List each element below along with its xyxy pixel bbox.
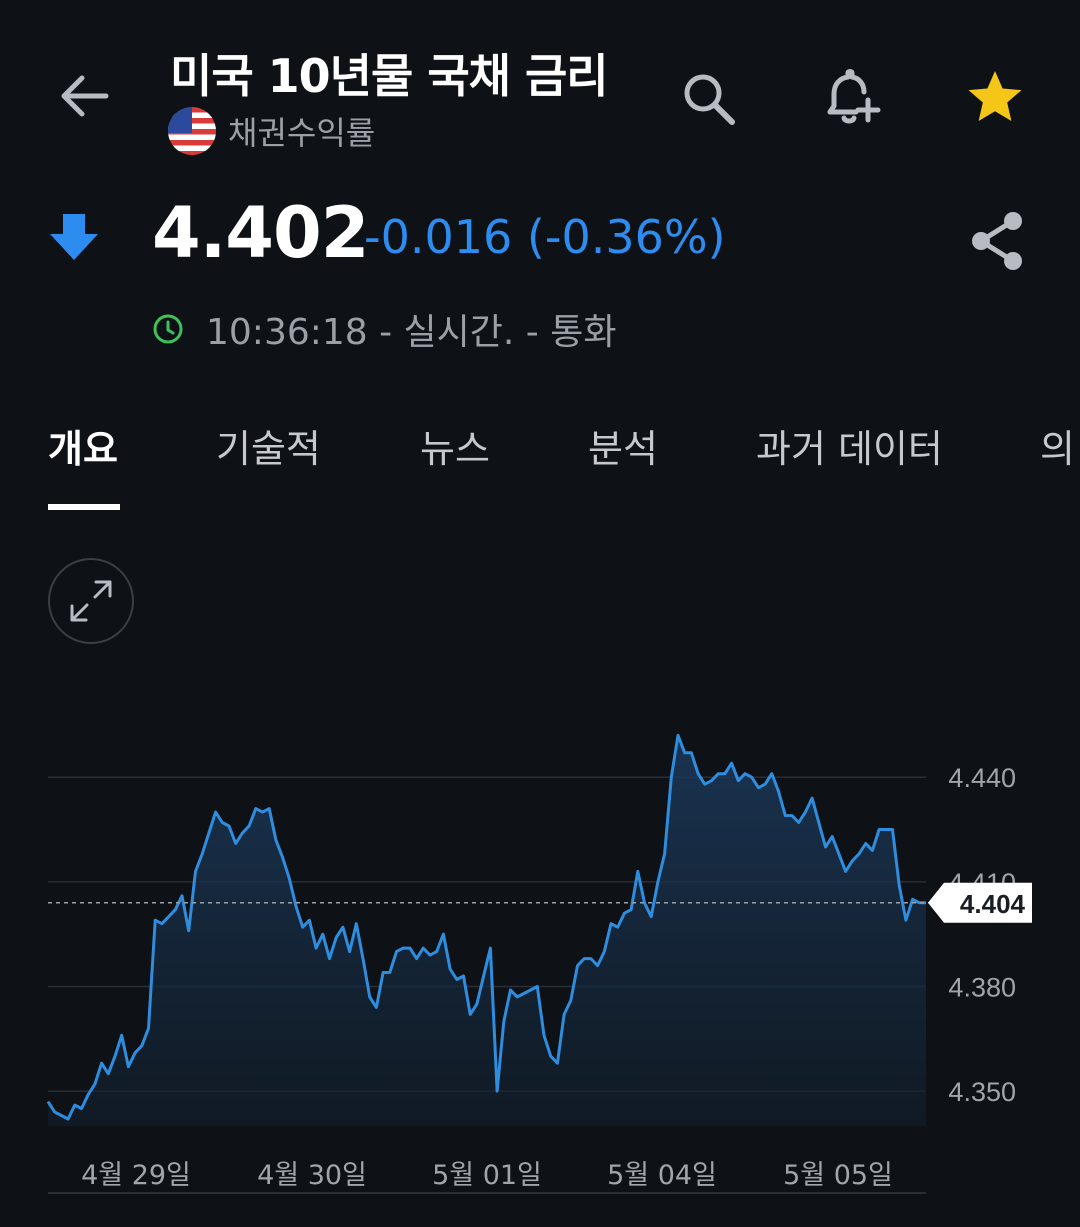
tab-technical[interactable]: 기술적 <box>216 418 321 473</box>
tab-more[interactable]: 의 <box>1040 418 1075 473</box>
y-tick-label: 4.380 <box>948 972 1016 1002</box>
tab-news[interactable]: 뉴스 <box>420 418 490 473</box>
tab-overview[interactable]: 개요 <box>48 418 118 473</box>
share-icon <box>972 212 1022 270</box>
instrument-type-row: 채권수익률 <box>168 106 375 156</box>
price-chart[interactable]: 4.4404.4104.3804.3504.4044월 29일4월 30일5월 … <box>0 690 1080 1200</box>
chart-area-fill <box>48 735 926 1126</box>
expand-chart-button[interactable] <box>48 558 134 644</box>
back-button[interactable] <box>54 66 114 126</box>
x-tick-label: 5월 05일 <box>783 1160 893 1191</box>
share-button[interactable] <box>964 208 1030 274</box>
tab-historical-data[interactable]: 과거 데이터 <box>756 418 943 473</box>
page-title: 미국 10년물 국채 금리 <box>170 49 609 103</box>
bell-plus-icon <box>827 69 881 124</box>
x-tick-label: 4월 30일 <box>257 1160 367 1191</box>
quote-timestamp: 10:36:18 - 실시간. - 통화 <box>206 312 617 353</box>
x-tick-label: 5월 01일 <box>432 1160 542 1191</box>
search-button[interactable] <box>674 64 742 132</box>
star-icon <box>968 71 1022 121</box>
current-price: 4.402 <box>152 192 369 274</box>
trend-down-indicator <box>48 212 100 266</box>
arrow-left-icon <box>61 75 109 117</box>
expand-icon <box>70 580 112 622</box>
quote-status-row: 10:36:18 - 실시간. - 통화 <box>152 303 616 355</box>
active-tab-indicator <box>48 504 120 510</box>
x-tick-label: 4월 29일 <box>81 1160 191 1191</box>
search-icon <box>684 74 735 125</box>
x-tick-label: 5월 04일 <box>607 1160 717 1191</box>
y-tick-label: 4.350 <box>948 1077 1016 1107</box>
current-value-label: 4.404 <box>960 889 1026 919</box>
price-change: -0.016 (-0.36%) <box>364 210 726 264</box>
y-tick-label: 4.440 <box>948 763 1016 793</box>
tab-analysis[interactable]: 분석 <box>588 418 658 473</box>
add-alert-button[interactable] <box>814 62 886 134</box>
favorite-button[interactable] <box>962 66 1028 128</box>
clock-icon <box>153 314 183 344</box>
arrow-down-icon <box>50 214 98 260</box>
us-flag-icon <box>168 107 216 155</box>
tab-bar: 개요 기술적 뉴스 분석 과거 데이터 의 <box>0 408 1080 512</box>
instrument-type: 채권수익률 <box>228 114 376 152</box>
